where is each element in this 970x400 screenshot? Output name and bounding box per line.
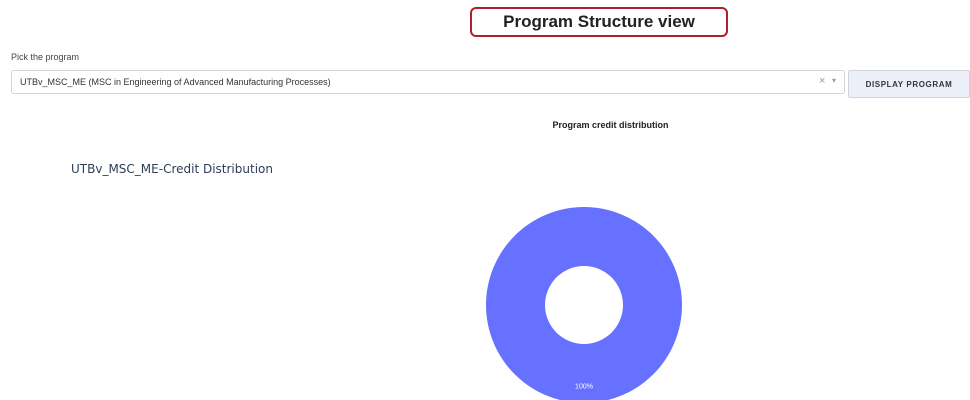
slice-percent-label: 100% [575, 384, 593, 391]
credit-donut-chart: 100% [486, 207, 682, 400]
donut-slice[interactable] [486, 207, 682, 400]
